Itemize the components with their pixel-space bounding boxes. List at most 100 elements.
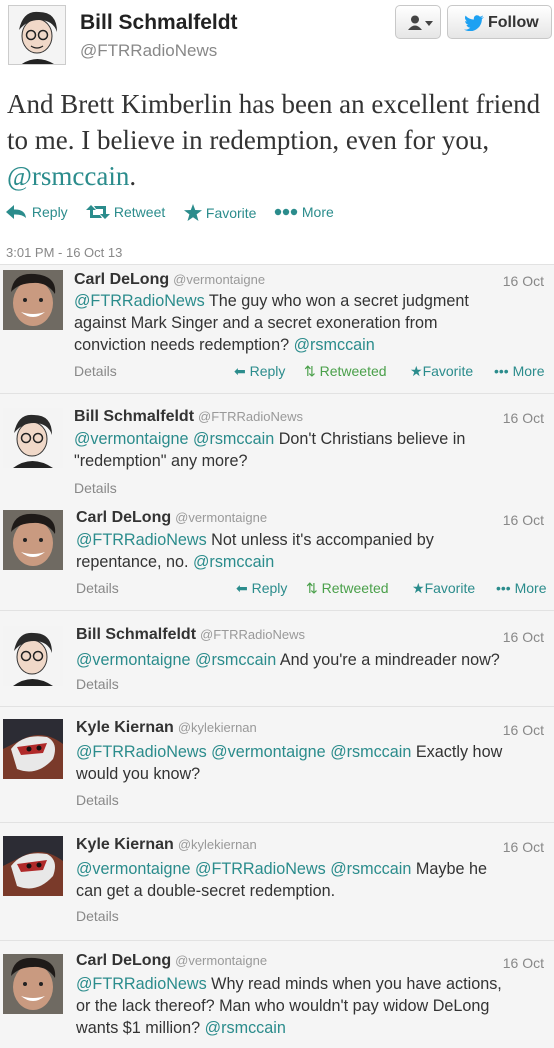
avatar[interactable] (8, 5, 66, 65)
tweet-line: or the lack thereof? Man who wouldn't pa… (76, 995, 552, 1017)
author-name[interactable]: Kyle Kiernan (76, 836, 174, 853)
reply-icon: ⬅ (236, 580, 248, 596)
tweet-date[interactable]: 16 Oct (503, 410, 544, 426)
reply-icon: ⬅ (234, 363, 246, 379)
author-handle[interactable]: @kylekiernan (178, 720, 257, 735)
more-dots-icon (274, 208, 298, 216)
tweet-text: @FTRRadioNews Not unless it's accompanie… (76, 529, 552, 573)
more-label: More (301, 204, 334, 220)
reply-tweet: Carl DeLong @vermontaigne 16 Oct @FTRRadi… (0, 264, 554, 393)
mention-link[interactable]: @vermontaigne (211, 743, 326, 761)
author-name[interactable]: Carl DeLong (76, 509, 171, 526)
author-name[interactable]: Kyle Kiernan (76, 719, 174, 736)
tweet-date[interactable]: 16 Oct (503, 839, 544, 855)
tweet-date[interactable]: 16 Oct (503, 955, 544, 971)
author-name[interactable]: Bill Schmalfeldt (76, 626, 196, 643)
mention-link[interactable]: @FTRRadioNews (76, 743, 207, 761)
mention-link[interactable]: @rsmccain (193, 553, 274, 571)
details-link[interactable]: Details (74, 363, 117, 379)
follow-button[interactable]: Follow (447, 5, 552, 39)
tweet-punctuation: . (129, 161, 137, 191)
more-dots-icon: ••• (494, 363, 509, 379)
details-link[interactable]: Details (76, 580, 119, 596)
tweet-fragment: Exactly how (411, 743, 503, 761)
author-handle[interactable]: @kylekiernan (178, 837, 257, 852)
star-icon: ★ (410, 363, 423, 379)
more-button[interactable]: ••• More (494, 363, 545, 379)
mention-link[interactable]: @rsmccain (330, 860, 411, 878)
tweet-fragment: would you know? (76, 765, 201, 783)
tweet-line: repentance, no. @rsmccain (76, 551, 552, 573)
tweet-line: would you know? (76, 763, 552, 785)
author-handle[interactable]: @vermontaigne (175, 510, 267, 525)
author-name[interactable]: Bill Schmalfeldt (80, 11, 238, 35)
favorite-label: Favorite (424, 580, 476, 596)
main-tweet: Bill Schmalfeldt @FTRRadioNews Follow An… (0, 0, 554, 264)
reply-tweet: Carl DeLong @vermontaigne 16 Oct @FTRRadi… (0, 940, 554, 1048)
reply-button[interactable]: ⬅ Reply (236, 580, 287, 597)
tweet-line: @FTRRadioNews @vermontaigne @rsmccain Ex… (76, 741, 552, 763)
avatar[interactable] (3, 270, 63, 330)
details-link[interactable]: Details (76, 676, 119, 692)
tweet-line: conviction needs redemption? @rsmccain (74, 334, 550, 356)
tweet-date[interactable]: 16 Oct (503, 722, 544, 738)
mention-link[interactable]: @rsmccain (7, 161, 129, 191)
mention-link[interactable]: @FTRRadioNews (76, 975, 207, 993)
more-label: More (512, 363, 545, 379)
reply-button[interactable]: ⬅ Reply (234, 363, 285, 380)
mention-link[interactable]: @vermontaigne (74, 430, 189, 448)
avatar[interactable] (3, 719, 63, 779)
mention-link[interactable]: @rsmccain (294, 336, 375, 354)
mention-link[interactable]: @FTRRadioNews (195, 860, 326, 878)
author-handle[interactable]: @FTRRadioNews (200, 627, 305, 642)
more-button[interactable]: More (274, 204, 334, 220)
tweet-fragment: conviction needs redemption? (74, 336, 294, 354)
user-actions-button[interactable] (395, 5, 441, 39)
author-handle[interactable]: @vermontaigne (173, 272, 265, 287)
reply-tweet: Bill Schmalfeldt @FTRRadioNews 16 Oct @ve… (0, 610, 554, 706)
retweet-button[interactable]: ⇅ Retweeted (306, 580, 389, 597)
retweet-button[interactable]: ⇅ Retweeted (304, 363, 387, 380)
tweet-text: @FTRRadioNews Why read minds when you ha… (76, 973, 552, 1039)
mention-link[interactable]: @vermontaigne (76, 651, 191, 669)
mention-link[interactable]: @rsmccain (193, 430, 274, 448)
tweet-fragment: or the lack thereof? Man who wouldn't pa… (76, 997, 490, 1015)
author-handle[interactable]: @vermontaigne (175, 953, 267, 968)
more-button[interactable]: ••• More (496, 580, 547, 596)
details-link[interactable]: Details (76, 792, 119, 808)
author-name[interactable]: Bill Schmalfeldt (74, 408, 194, 425)
details-link[interactable]: Details (76, 908, 119, 924)
author-name[interactable]: Carl DeLong (76, 952, 171, 969)
favorite-button[interactable]: ★Favorite (410, 363, 473, 380)
mention-link[interactable]: @FTRRadioNews (76, 531, 207, 549)
avatar[interactable] (3, 626, 63, 686)
tweet-date[interactable]: 16 Oct (503, 512, 544, 528)
favorite-button[interactable]: Favorite (184, 204, 256, 221)
author-handle[interactable]: @FTRRadioNews (198, 409, 303, 424)
mention-link[interactable]: @rsmccain (195, 651, 276, 669)
avatar[interactable] (3, 510, 63, 570)
avatar[interactable] (3, 408, 63, 468)
reply-label: Reply (31, 204, 68, 220)
tweet-line: wants $1 million? @rsmccain (76, 1017, 552, 1039)
tweet-date[interactable]: 16 Oct (503, 629, 544, 645)
reply-button[interactable]: Reply (6, 204, 68, 220)
mention-link[interactable]: @FTRRadioNews (74, 292, 205, 310)
favorite-button[interactable]: ★Favorite (412, 580, 475, 597)
reply-tweet: Bill Schmalfeldt @FTRRadioNews 16 Oct @ve… (0, 393, 554, 500)
mention-link[interactable]: @rsmccain (330, 743, 411, 761)
mention-link[interactable]: @vermontaigne (76, 860, 191, 878)
tweet-date[interactable]: 16 Oct (503, 273, 544, 289)
avatar[interactable] (3, 954, 63, 1014)
retweet-button[interactable]: Retweet (86, 204, 165, 220)
more-dots-icon: ••• (496, 580, 511, 596)
avatar[interactable] (3, 836, 63, 896)
author-name[interactable]: Carl DeLong (74, 271, 169, 288)
timestamp[interactable]: 3:01 PM - 16 Oct 13 (6, 245, 122, 260)
mention-link[interactable]: @rsmccain (205, 1019, 286, 1037)
author-handle[interactable]: @FTRRadioNews (80, 41, 217, 61)
tweet-fragment: Why read minds when you have actions, (206, 975, 502, 993)
tweet-fragment: against Mark Singer and a secret exonera… (74, 314, 438, 332)
tweet-fragment: The guy who won a secret judgment (204, 292, 469, 310)
details-link[interactable]: Details (74, 480, 117, 496)
